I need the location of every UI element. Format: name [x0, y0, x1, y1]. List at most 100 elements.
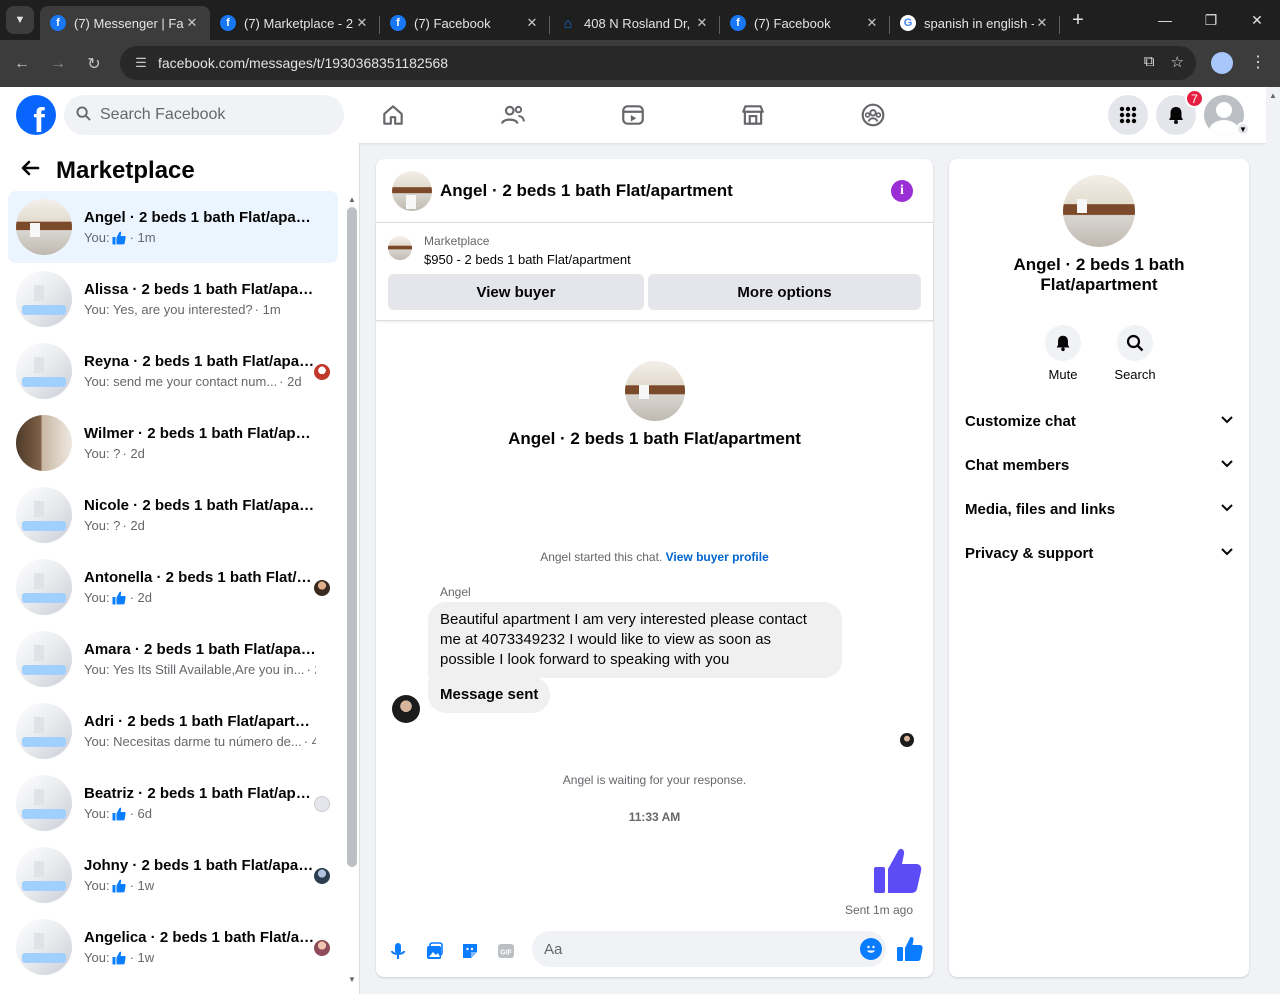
mute-action[interactable]: Mute	[1045, 325, 1081, 382]
chat-title[interactable]: Angel · 2 beds 1 bath Flat/apartment	[440, 181, 733, 201]
tab-close-icon[interactable]: ✕	[184, 15, 200, 31]
message-bubble[interactable]: Beautiful apartment I am very interested…	[428, 602, 842, 678]
conversation-text: Nicole · 2 beds 1 bath Flat/apartment You…	[84, 497, 316, 533]
attach-photo-button[interactable]	[416, 933, 452, 969]
close-window-button[interactable]: ✕	[1234, 0, 1280, 40]
tab-close-icon[interactable]: ✕	[354, 15, 370, 31]
scroll-up-icon[interactable]: ▲	[348, 195, 356, 204]
scroll-up-icon[interactable]: ▲	[1269, 91, 1277, 100]
conversation-item[interactable]: Angel · 2 beds 1 bath Flat/apartment You:…	[8, 191, 338, 263]
conversation-item[interactable]: Nicole · 2 beds 1 bath Flat/apartment You…	[8, 479, 338, 551]
info-section[interactable]: Privacy & support	[957, 531, 1241, 575]
menu-grid-button[interactable]	[1108, 95, 1148, 135]
info-section[interactable]: Media, files and links	[957, 487, 1241, 531]
minimize-icon: —	[1158, 12, 1172, 28]
nav-friends[interactable]	[453, 87, 573, 143]
browser-tab[interactable]: f (7) Marketplace - 2 beds✕	[210, 6, 380, 40]
chat-listing-thumbnail[interactable]	[392, 170, 432, 211]
marketplace-listing-bar: Marketplace $950 - 2 beds 1 bath Flat/ap…	[376, 223, 933, 321]
view-buyer-button[interactable]: View buyer	[388, 274, 644, 310]
new-tab-button[interactable]: +	[1064, 6, 1092, 34]
reload-button[interactable]: ↻	[76, 46, 112, 82]
conversation-item[interactable]: Wilmer · 2 beds 1 bath Flat/apartment You…	[8, 407, 338, 479]
message-input-container[interactable]	[532, 931, 886, 967]
conversation-name: Beatriz · 2 beds 1 bath Flat/apartment	[84, 785, 316, 802]
site-settings-icon[interactable]: ☰	[126, 55, 156, 71]
more-options-button[interactable]: More options	[648, 274, 921, 310]
browser-tab[interactable]: f (7) Facebook ✕	[380, 6, 550, 40]
conversation-name: Alissa · 2 beds 1 bath Flat/apartment	[84, 281, 316, 298]
conversation-item[interactable]: Adri · 2 beds 1 bath Flat/apartment You: …	[8, 695, 338, 767]
info-icon[interactable]: i	[891, 180, 913, 202]
listing-price-line[interactable]: $950 - 2 beds 1 bath Flat/apartment	[424, 252, 631, 267]
browser-menu-icon[interactable]: ⋮	[1250, 52, 1266, 72]
back-arrow-icon[interactable]	[20, 158, 52, 184]
conversation-item[interactable]: Beatriz · 2 beds 1 bath Flat/apartment Yo…	[8, 767, 338, 839]
conversation-item[interactable]: Alissa · 2 beds 1 bath Flat/apartment You…	[8, 263, 338, 335]
search-in-chat-button[interactable]	[1117, 325, 1153, 361]
seen-avatar	[314, 868, 330, 884]
browser-tab[interactable]: Gspanish in english - Google✕	[890, 6, 1060, 40]
browser-tab[interactable]: f (7) Facebook ✕	[720, 6, 890, 40]
info-listing-thumbnail	[1063, 175, 1135, 247]
nav-groups[interactable]	[813, 87, 933, 143]
message-bubble[interactable]: Message sent	[428, 677, 551, 713]
conversation-preview: You: · 6d	[84, 806, 316, 821]
preview-time: · 2d	[279, 374, 302, 389]
emoji-button[interactable]	[860, 938, 882, 960]
install-app-icon[interactable]: ⧉	[1144, 53, 1155, 71]
conversation-item[interactable]: Antonella · 2 beds 1 bath Flat/apartment…	[8, 551, 338, 623]
browser-tab[interactable]: f (7) Messenger | Facebook✕	[40, 6, 210, 40]
conversation-item[interactable]: Johny · 2 beds 1 bath Flat/apartment You:…	[8, 839, 338, 911]
back-button[interactable]: ←	[4, 46, 40, 82]
browser-tab[interactable]: ⌂ 408 N Rosland Dr, Orlando✕	[550, 6, 720, 40]
mute-button[interactable]	[1045, 325, 1081, 361]
reload-icon: ↻	[87, 55, 101, 73]
scroll-down-icon[interactable]: ▼	[348, 975, 356, 984]
conversation-name: Antonella · 2 beds 1 bath Flat/apartment	[84, 569, 316, 586]
restore-icon: ❐	[1204, 11, 1218, 28]
sender-avatar[interactable]	[392, 695, 420, 723]
page-scrollbar[interactable]: ▲	[1266, 87, 1280, 994]
bookmark-star-icon[interactable]: ☆	[1171, 53, 1184, 71]
conversation-name: Amara · 2 beds 1 bath Flat/apartment	[84, 641, 316, 658]
conversation-preview: You: · 1w	[84, 950, 316, 965]
tab-close-icon[interactable]: ✕	[1034, 15, 1050, 31]
nav-marketplace[interactable]	[693, 87, 813, 143]
facebook-search[interactable]	[64, 95, 344, 135]
send-like-thumbs-up-icon[interactable]	[896, 935, 924, 963]
sent-status: Sent 1m ago	[844, 903, 913, 917]
nav-video[interactable]	[573, 87, 693, 143]
chat-header: Angel · 2 beds 1 bath Flat/apartment i	[376, 159, 933, 223]
facebook-logo-icon[interactable]: f	[16, 95, 56, 135]
conversation-item[interactable]: Angelica · 2 beds 1 bath Flat/apartment Y…	[8, 911, 338, 983]
tab-close-icon[interactable]: ✕	[694, 15, 710, 31]
restore-button[interactable]: ❐	[1188, 0, 1234, 40]
nav-home[interactable]	[333, 87, 453, 143]
browser-profile-avatar[interactable]	[1211, 52, 1233, 74]
info-section[interactable]: Customize chat	[957, 399, 1241, 443]
voice-clip-button[interactable]	[380, 933, 416, 969]
gif-button[interactable]: GIF	[488, 933, 524, 969]
notifications-button[interactable]: 7	[1156, 89, 1204, 135]
account-chevron-down-icon[interactable]: ▼	[1236, 122, 1250, 136]
tab-search-button[interactable]: ▼	[6, 6, 34, 34]
sticker-button[interactable]	[452, 933, 488, 969]
facebook-search-input[interactable]	[100, 106, 330, 124]
conversation-item[interactable]: Reyna · 2 beds 1 bath Flat/apartment You:…	[8, 335, 338, 407]
address-bar[interactable]: ☰ facebook.com/messages/t/19303683511825…	[120, 46, 1196, 80]
forward-button[interactable]: →	[40, 46, 76, 82]
preview-text: You:	[84, 590, 110, 605]
sent-like-thumbs-up-icon[interactable]	[872, 845, 924, 897]
tab-close-icon[interactable]: ✕	[864, 15, 880, 31]
conversation-item[interactable]: Amara · 2 beds 1 bath Flat/apartment You:…	[8, 623, 338, 695]
sidebar-scrollbar[interactable]: ▲ ▼	[347, 195, 357, 985]
search-action[interactable]: Search	[1114, 325, 1156, 382]
view-buyer-profile-link[interactable]: View buyer profile	[666, 550, 769, 564]
minimize-button[interactable]: —	[1142, 0, 1188, 40]
message-input[interactable]	[544, 940, 844, 958]
tab-close-icon[interactable]: ✕	[524, 15, 540, 31]
scrollbar-thumb[interactable]	[347, 207, 357, 867]
info-section[interactable]: Chat members	[957, 443, 1241, 487]
preview-text: You:	[84, 806, 110, 821]
